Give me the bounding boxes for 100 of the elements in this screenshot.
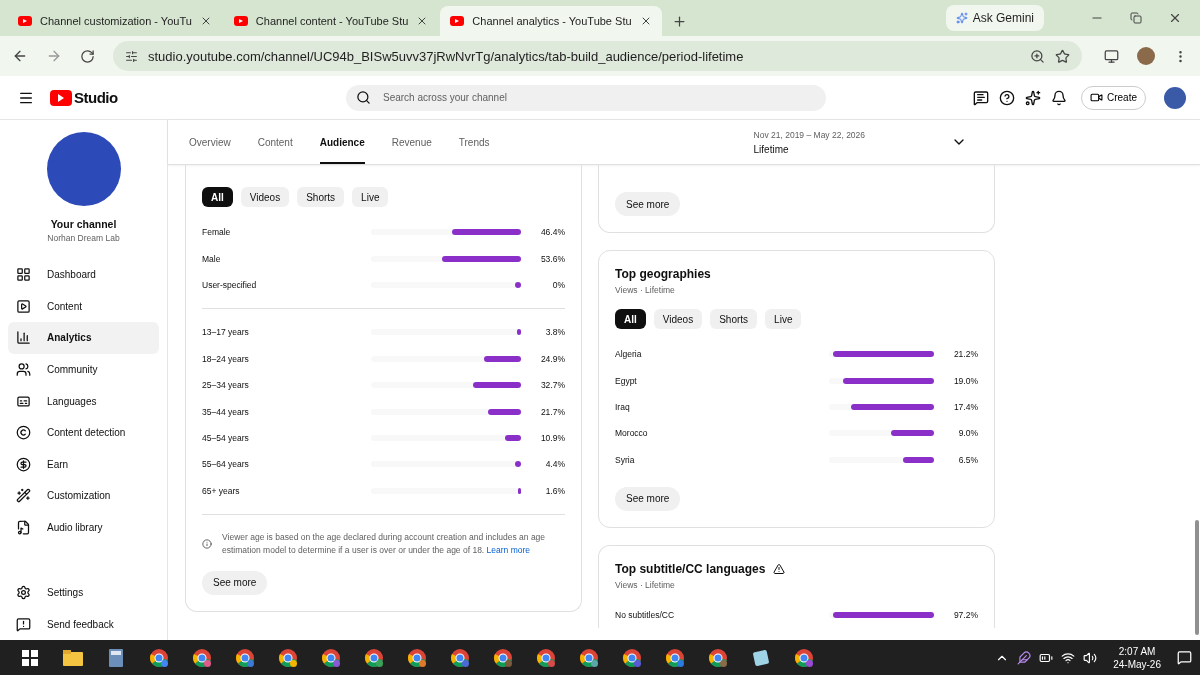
youtube-icon	[233, 16, 248, 26]
wifi-icon[interactable]	[1061, 650, 1076, 665]
browser-tab[interactable]: Channel content - YouTube Stu	[223, 6, 439, 36]
row-value: 10.9%	[539, 432, 565, 443]
row-value: 0%	[551, 279, 565, 290]
site-settings-icon[interactable]	[125, 49, 138, 63]
scrollbar-thumb[interactable]	[1195, 520, 1199, 635]
chrome-icon[interactable]	[320, 647, 341, 668]
filter-chip[interactable]: All	[202, 187, 233, 207]
row-label: Egypt	[615, 375, 638, 386]
row-value: 3.8%	[544, 327, 565, 338]
nav-item[interactable]: Content	[8, 290, 159, 323]
filter-chip[interactable]: Shorts	[297, 187, 345, 207]
chrome-icon[interactable]	[191, 647, 212, 668]
zoom-icon[interactable]	[1030, 48, 1045, 64]
filter-chip[interactable]: Shorts	[710, 309, 758, 329]
filter-chip[interactable]: All	[615, 309, 646, 329]
chrome-icon[interactable]	[234, 647, 255, 668]
chrome-icon[interactable]	[621, 647, 642, 668]
row-value: 97.2%	[952, 610, 978, 621]
warning-icon[interactable]	[773, 562, 786, 575]
search-field[interactable]: Search across your channel	[381, 91, 816, 104]
see-more-button[interactable]: See more	[202, 570, 268, 595]
nav-item[interactable]: Customization	[8, 480, 159, 512]
nav-item[interactable]: Community	[8, 353, 159, 386]
windows-start-icon[interactable]	[21, 649, 38, 666]
row-label: 13–17 years	[202, 327, 250, 338]
create-button[interactable]: Create	[1081, 85, 1146, 110]
nav-item[interactable]: Audio library	[8, 511, 159, 544]
sparkle-icon[interactable]	[1025, 89, 1041, 106]
search-icon	[356, 90, 371, 105]
browser-tab[interactable]: Channel analytics - YouTube Stu	[440, 6, 662, 36]
see-more-button[interactable]: See more	[615, 486, 681, 511]
chrome-icon[interactable]	[578, 647, 599, 668]
learn-more-link[interactable]: Learn more	[486, 544, 531, 555]
row-label: Iraq	[615, 401, 631, 412]
row-value: 4.4%	[544, 459, 565, 470]
nav-item[interactable]: Send feedback	[8, 608, 159, 640]
nav-item[interactable]: Languages	[8, 385, 159, 417]
row-label: 55–64 years	[202, 459, 250, 470]
address-bar[interactable]: studio.youtube.com/channel/UC94b_BISw5uvv37jRwNvrTg/analytics/tab-build_audience/period-lifetime	[113, 41, 1082, 71]
card-subtitle: Views · Lifetime	[615, 285, 676, 295]
folder-icon[interactable]	[62, 649, 83, 666]
row-value: 9.0%	[957, 428, 978, 439]
filter-chip[interactable]: Videos	[240, 187, 290, 207]
period-label: Lifetime	[753, 143, 790, 155]
tab-title: Channel analytics - YouTube Stu	[472, 15, 632, 27]
help-icon[interactable]	[999, 89, 1015, 106]
channel-title: Your channel	[49, 218, 118, 230]
message-icon[interactable]	[973, 89, 989, 106]
row-value: 53.6%	[539, 253, 565, 264]
chrome-icon[interactable]	[492, 647, 513, 668]
back-icon[interactable]	[12, 48, 28, 64]
row-label: 45–54 years	[202, 432, 250, 443]
nav-item[interactable]: Earn	[8, 448, 159, 481]
clock-time: 2:07 AM	[1118, 645, 1156, 657]
chrome-icon[interactable]	[277, 647, 298, 668]
restore-icon[interactable]	[1130, 12, 1142, 24]
filter-chip[interactable]: Videos	[653, 309, 703, 329]
chrome-icon[interactable]	[707, 647, 728, 668]
filter-chip[interactable]: Live	[352, 187, 389, 207]
star-icon[interactable]	[1055, 48, 1070, 64]
nav-item[interactable]: Dashboard	[8, 259, 159, 291]
bell-icon[interactable]	[1051, 89, 1067, 106]
ask-gemini-button[interactable]: Ask Gemini	[945, 5, 1044, 31]
chrome-icon[interactable]	[406, 647, 427, 668]
see-more-button[interactable]: See more	[615, 192, 681, 216]
browser-tab[interactable]: Channel customization - YouTu	[8, 6, 222, 36]
youtube-icon	[18, 16, 32, 26]
chrome-icon[interactable]	[449, 647, 470, 668]
row-value: 21.2%	[952, 349, 978, 360]
nav-item[interactable]: Content detection	[8, 416, 159, 449]
account-avatar[interactable]	[1164, 86, 1186, 109]
card-title: Top geographies	[615, 267, 712, 281]
screen-icon[interactable]	[1104, 48, 1119, 64]
chrome-icon[interactable]	[148, 647, 169, 668]
volume-icon[interactable]	[1083, 650, 1098, 665]
filter-chip[interactable]: Live	[765, 309, 802, 329]
nav-item[interactable]: Settings	[8, 576, 159, 609]
analytics-tab[interactable]: Content	[257, 120, 293, 164]
chrome-icon[interactable]	[363, 647, 384, 668]
profile-avatar[interactable]	[1137, 47, 1155, 65]
analytics-tab[interactable]: Overview	[189, 120, 231, 164]
notepad-icon[interactable]	[751, 648, 770, 667]
chrome-icon[interactable]	[793, 647, 814, 668]
chrome-icon[interactable]	[664, 647, 685, 668]
calculator-icon[interactable]	[108, 648, 123, 667]
close-icon[interactable]	[1168, 11, 1182, 25]
subtitles-icon	[16, 393, 31, 409]
notification-icon[interactable]	[1177, 650, 1192, 665]
analytics-tab[interactable]: Trends	[458, 120, 490, 164]
analytics-tab[interactable]: Audience	[319, 120, 365, 164]
reload-icon[interactable]	[80, 48, 95, 64]
tab-title: Channel content - YouTube Stu	[255, 15, 409, 27]
clock-date: 24-May-26	[1113, 658, 1161, 670]
feather-icon[interactable]	[1017, 650, 1032, 665]
search-bar[interactable]: Search across your channel	[346, 84, 826, 111]
chrome-icon[interactable]	[535, 647, 556, 668]
nav-item[interactable]: Analytics	[8, 322, 159, 354]
analytics-tab[interactable]: Revenue	[391, 120, 432, 164]
